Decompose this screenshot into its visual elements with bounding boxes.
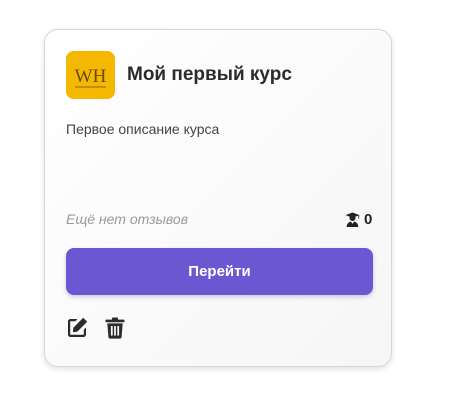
students-count: 0	[364, 211, 373, 228]
course-card: WH Мой первый курс Первое описание курса…	[44, 29, 392, 367]
reviews-status: Ещё нет отзывов	[66, 211, 189, 227]
graduate-icon	[345, 212, 360, 227]
students-counter: 0	[345, 211, 372, 228]
trash-icon[interactable]	[103, 316, 127, 340]
go-button[interactable]: Перейти	[66, 248, 373, 295]
course-title: Мой первый курс	[127, 64, 292, 85]
edit-icon[interactable]	[65, 316, 89, 340]
course-description: Первое описание курса	[66, 121, 220, 137]
course-logo-image: WH	[66, 51, 115, 99]
svg-text:WH: WH	[75, 66, 107, 87]
course-logo: WH	[66, 51, 115, 99]
